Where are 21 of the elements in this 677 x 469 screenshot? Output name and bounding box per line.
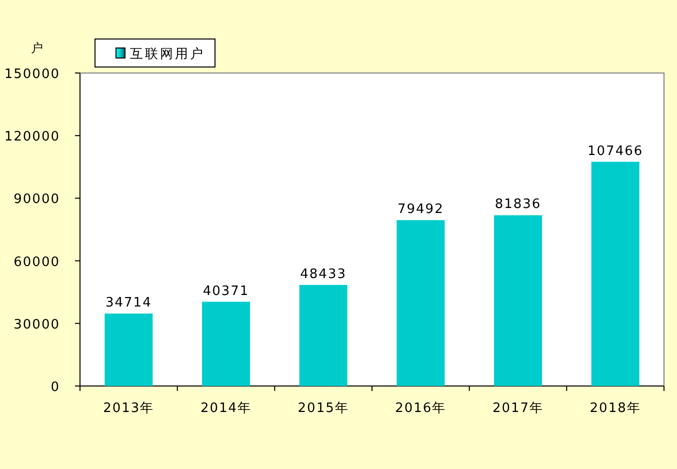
y-tick-label: 60000 [14,254,60,270]
data-label: 34714 [105,296,152,311]
data-label: 107466 [588,144,644,159]
x-tick-label: 2013年 [103,401,154,416]
x-tick-label: 2016年 [395,401,446,416]
y-tick-label: 90000 [14,192,60,208]
y-tick-label: 0 [50,380,60,395]
x-tick-label: 2018年 [590,401,641,416]
x-tick-label: 2017年 [492,401,544,416]
data-label: 81836 [494,197,542,212]
y-tick-label: 120000 [4,130,60,145]
legend-label: 互联网用户 [130,47,205,62]
x-tick-label: 2014年 [200,401,252,416]
x-tick-label: 2015年 [298,401,349,416]
data-label: 40371 [202,284,250,299]
data-label: 48433 [300,266,347,282]
legend-swatch [116,48,126,58]
y-tick-label: 150000 [4,67,60,82]
y-axis-label: 户 [31,41,43,55]
y-tick-label: 30000 [14,317,60,332]
data-label: 79492 [397,202,444,218]
